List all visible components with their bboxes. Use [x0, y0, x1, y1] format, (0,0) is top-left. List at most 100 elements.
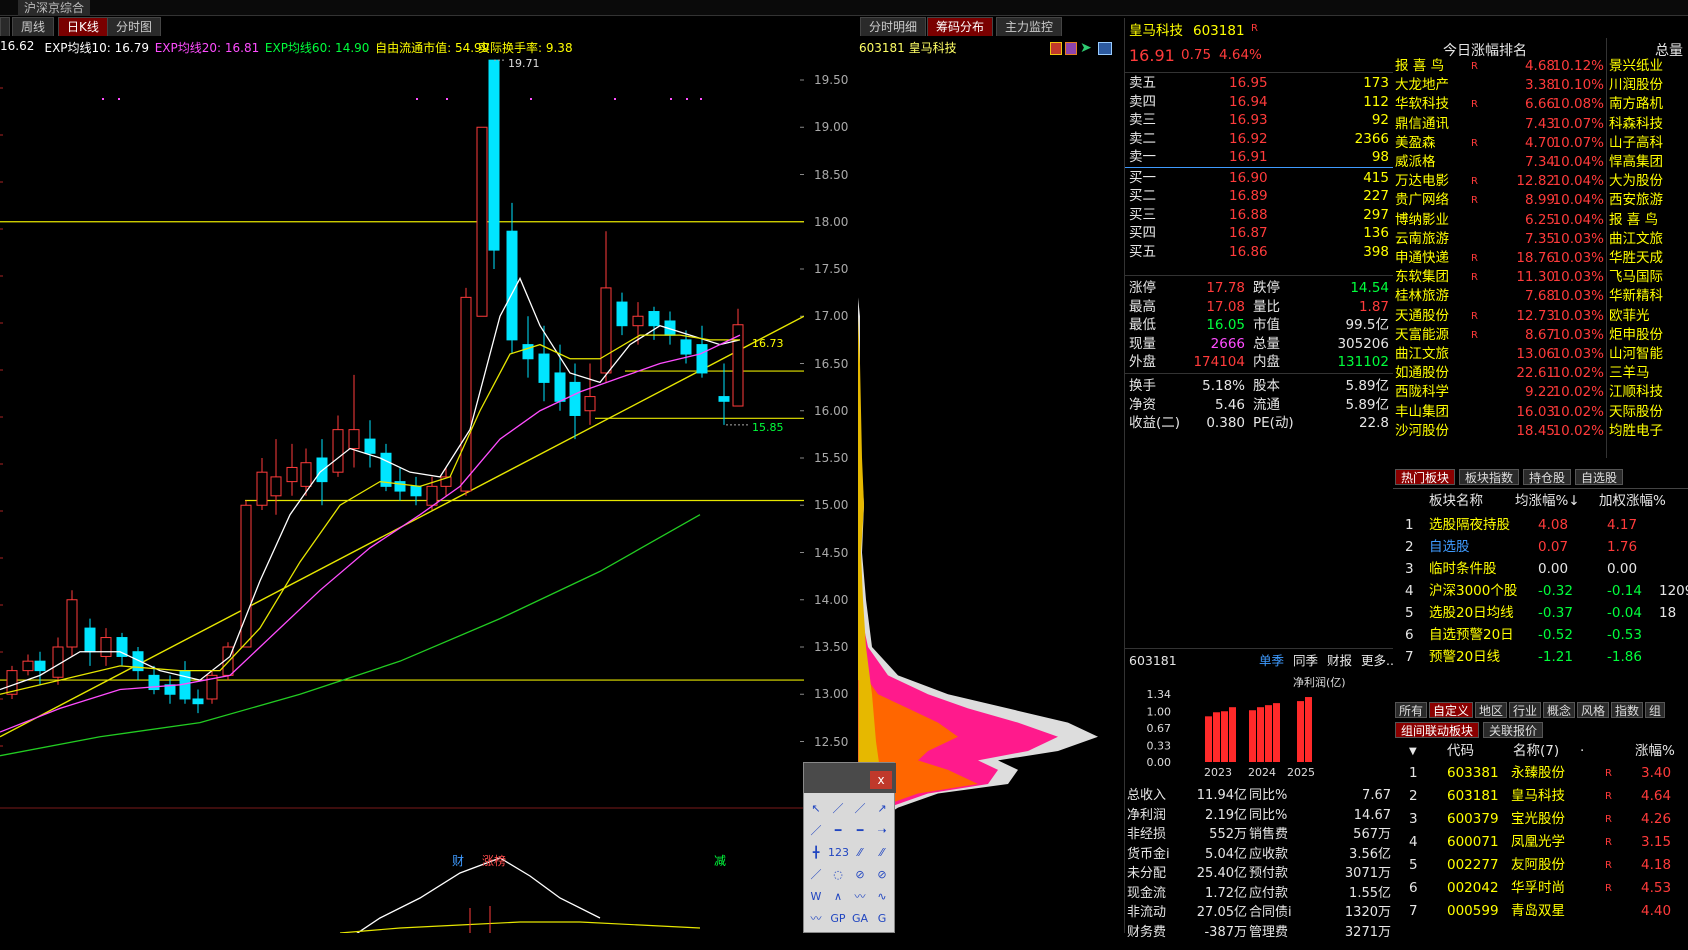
sector-row[interactable]: 7 预警20日线 -1.21 -1.86 [1393, 648, 1688, 667]
drawing-tool-icon[interactable]: ／ [850, 799, 870, 819]
linked-tab[interactable]: 组间联动板块 [1395, 722, 1480, 738]
kline-chart[interactable]: 19.5019.0018.5018.0017.5017.0016.5016.00… [0, 38, 804, 933]
linked-stock-row[interactable]: 3 600379 宝光股份 R 4.26 [1393, 810, 1688, 829]
tab-daily-kline[interactable]: 日K线 [58, 17, 108, 36]
event-marker-finance[interactable]: 财 [452, 852, 464, 869]
order-book-row[interactable]: 卖一 16.91 98 [1125, 148, 1393, 167]
drawing-tool-icon[interactable]: ━ [828, 821, 848, 841]
sector-tab[interactable]: 自选股 [1575, 469, 1624, 485]
rank-row[interactable]: 申通快递 R 18.76 10.03% 华胜天成 [1393, 249, 1688, 268]
event-marker-reduce[interactable]: 减 [714, 852, 726, 869]
drawing-tool-icon[interactable]: G [872, 909, 892, 929]
drawing-tool-icon[interactable]: ↗ [872, 799, 892, 819]
drawing-tool-icon[interactable]: ➝ [872, 821, 892, 841]
drawing-tool-icon[interactable]: ⊘ [872, 865, 892, 885]
close-icon[interactable]: x [870, 771, 892, 789]
filter-tab[interactable]: 所有 [1395, 702, 1428, 718]
drawing-tool-icon[interactable]: GA [850, 909, 870, 929]
sector-row[interactable]: 1 选股隔夜持股 4.08 4.17 [1393, 516, 1688, 535]
order-book-row[interactable]: 买四 16.87 136 [1125, 224, 1393, 243]
order-book-row[interactable]: 卖三 16.93 92 [1125, 111, 1393, 130]
drawing-tool-palette[interactable]: x ↖ ／／ ↗ ／ ━ ━ ➝ ╋ 123 ⁄⁄ ⁄⁄ ／ ◌ ⊘ ⊘ W ∧ 〰 ∿ 〰 GP GA G [803, 762, 896, 933]
tab-weekly[interactable]: 周线 [12, 17, 55, 36]
drawing-tool-icon[interactable]: ╋ [806, 843, 826, 863]
sector-row[interactable]: 2 自选股 0.07 1.76 [1393, 538, 1688, 557]
sector-tab[interactable]: 持仓股 [1523, 469, 1572, 485]
tab-intraday[interactable]: 分时图 [107, 17, 162, 36]
rank-row[interactable]: 报 喜 鸟 R 4.68 10.12% 景兴纸业 [1393, 57, 1688, 76]
rank-row[interactable]: 西陇科学 9.22 10.02% 江顺科技 [1393, 383, 1688, 402]
linked-stock-row[interactable]: 6 002042 华孚时尚 R 4.53 [1393, 879, 1688, 898]
drawing-tool-icon[interactable]: ／ [828, 799, 848, 819]
tab-chip-distribution[interactable]: 筹码分布 [927, 17, 994, 36]
rank-row[interactable]: 贵广网络 R 8.99 10.04% 西安旅游 [1393, 191, 1688, 210]
drawing-tool-icon[interactable]: ━ [850, 821, 870, 841]
linked-stock-row[interactable]: 1 603381 永臻股份 R 3.40 [1393, 764, 1688, 783]
sector-row[interactable]: 5 选股20日均线 -0.37 -0.04 18 [1393, 604, 1688, 623]
tab-more[interactable]: 更多.. [1361, 651, 1394, 670]
market-tab[interactable]: 沪深京综合 [18, 0, 91, 16]
rank-row[interactable]: 美盈森 R 4.70 10.07% 山子高科 [1393, 134, 1688, 153]
drawing-tool-icon[interactable]: ／ [806, 821, 826, 841]
drawing-tool-icon[interactable]: ↖ [806, 799, 826, 819]
rank-row[interactable]: 云南旅游 7.35 10.03% 曲江文旅 [1393, 230, 1688, 249]
rank-row[interactable]: 博纳影业 6.25 10.04% 报 喜 鸟 [1393, 211, 1688, 230]
rank-row[interactable]: 鼎信通讯 7.43 10.07% 科森科技 [1393, 115, 1688, 134]
rank-row[interactable]: 东软集团 R 11.30 10.03% 飞马国际 [1393, 268, 1688, 287]
rank-row[interactable]: 沙河股份 18.45 10.02% 均胜电子 [1393, 422, 1688, 441]
tab-same-quarter[interactable]: 同季 [1293, 651, 1318, 670]
rank-row[interactable]: 天富能源 R 8.67 10.03% 炬申股份 [1393, 326, 1688, 345]
drawing-tool-icon[interactable]: ∿ [872, 887, 892, 907]
sector-row[interactable]: 4沪深3000个股-0.32-0.141209 [1393, 582, 1688, 601]
linked-stock-row[interactable]: 5 002277 友阿股份 R 4.18 [1393, 856, 1688, 875]
drawing-tool-icon[interactable]: ⁄⁄ [850, 843, 870, 863]
filter-tab[interactable]: 风格 [1577, 702, 1610, 718]
sector-tab[interactable]: 板块指数 [1459, 469, 1520, 485]
order-book-row[interactable]: 买五 16.86 398 [1125, 243, 1393, 262]
order-book-row[interactable]: 买一 16.90 415 [1125, 169, 1393, 188]
tab-report[interactable]: 财报 [1327, 651, 1352, 670]
order-book-row[interactable]: 买二 16.89 227 [1125, 187, 1393, 206]
filter-tab[interactable]: 指数 [1611, 702, 1644, 718]
order-book-row[interactable]: 卖五 16.95 173 [1125, 74, 1393, 93]
rank-row[interactable]: 桂林旅游 7.68 10.03% 华新精科 [1393, 287, 1688, 306]
linked-stock-row[interactable]: 7 000599 青岛双星 4.40 [1393, 902, 1688, 921]
linked-tab[interactable]: 关联报价 [1483, 722, 1544, 738]
drawing-tool-icon[interactable]: ∧ [828, 887, 848, 907]
linked-stock-row[interactable]: 2 603181 皇马科技 R 4.64 [1393, 787, 1688, 806]
sector-row[interactable]: 6 自选预警20日 -0.52 -0.53 [1393, 626, 1688, 645]
drawing-tool-icon[interactable]: 〰 [806, 909, 826, 929]
drawing-tool-icon[interactable]: 〰 [850, 887, 870, 907]
rank-row[interactable]: 天通股份 R 12.73 10.03% 欧菲光 [1393, 307, 1688, 326]
drawing-tool-icon[interactable]: GP [828, 909, 848, 929]
filter-tab[interactable]: 地区 [1475, 702, 1508, 718]
rank-row[interactable]: 华软科技 R 6.66 10.08% 南方路机 [1393, 95, 1688, 114]
rank-row[interactable]: 如通股份 22.61 10.02% 三羊马 [1393, 364, 1688, 383]
linked-stock-row[interactable]: 4 600071 凤凰光学 R 3.15 [1393, 833, 1688, 852]
order-book-row[interactable]: 买三 16.88 297 [1125, 206, 1393, 225]
sector-tab[interactable]: 热门板块 [1395, 469, 1456, 485]
drawing-tool-icon[interactable]: ／ [806, 865, 826, 885]
filter-tab[interactable]: 组 [1645, 702, 1666, 718]
tab-main-monitor[interactable]: 主力监控 [996, 17, 1063, 36]
drawing-tool-icon[interactable]: ⊘ [850, 865, 870, 885]
filter-tab[interactable]: 行业 [1509, 702, 1542, 718]
tab-trade-detail[interactable]: 分时明细 [860, 17, 927, 36]
event-marker-limitup[interactable]: 涨榜 [482, 852, 506, 869]
tab-quarterly[interactable]: 单季 [1259, 651, 1284, 670]
drawing-tool-icon[interactable]: 123 [828, 843, 849, 863]
rank-row[interactable]: 万达电影 R 12.82 10.04% 大为股份 [1393, 172, 1688, 191]
tab-edge[interactable] [0, 17, 10, 36]
order-book-row[interactable]: 卖四 16.94 112 [1125, 93, 1393, 112]
rank-row[interactable]: 威派格 7.34 10.04% 悍高集团 [1393, 153, 1688, 172]
drawing-tool-icon[interactable]: ◌ [828, 865, 848, 885]
drawing-tool-icon[interactable]: ⁄⁄ [872, 843, 892, 863]
order-book-row[interactable]: 卖二 16.92 2366 [1125, 130, 1393, 149]
filter-tab[interactable]: 概念 [1543, 702, 1576, 718]
sector-row[interactable]: 3 临时条件股 0.00 0.00 [1393, 560, 1688, 579]
drawing-tool-icon[interactable]: W [806, 887, 826, 907]
filter-tab[interactable]: 自定义 [1429, 702, 1474, 718]
rank-row[interactable]: 大龙地产 3.38 10.10% 川润股份 [1393, 76, 1688, 95]
rank-row[interactable]: 丰山集团 16.03 10.02% 天际股份 [1393, 403, 1688, 422]
rank-row[interactable]: 曲江文旅 13.06 10.03% 山河智能 [1393, 345, 1688, 364]
